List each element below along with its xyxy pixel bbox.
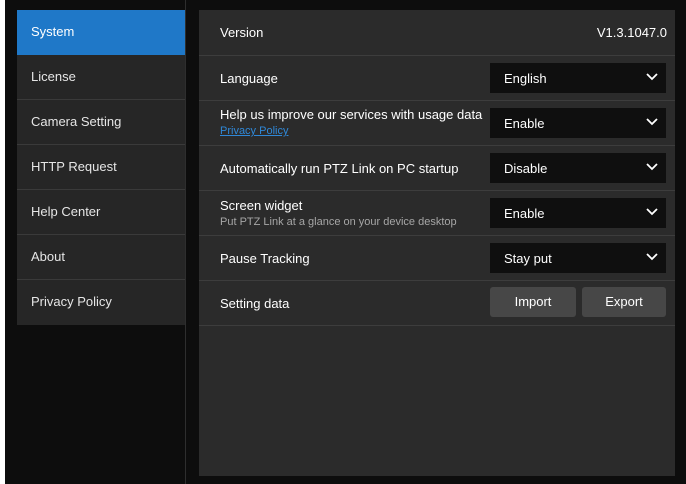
autorun-selected-value: Disable (504, 161, 548, 176)
settings-sidebar: System License Camera Setting HTTP Reque… (17, 10, 185, 325)
usage-data-label: Help us improve our services with usage … (220, 107, 483, 122)
screen-widget-description: Put PTZ Link at a glance on your device … (220, 216, 457, 228)
autorun-select[interactable]: Disable (490, 153, 666, 183)
sidebar-item-label: About (31, 249, 65, 264)
sidebar-item-label: Camera Setting (31, 114, 122, 129)
sidebar-item-about[interactable]: About (17, 235, 185, 280)
sidebar-item-label: Privacy Policy (31, 294, 112, 309)
chevron-down-icon (646, 163, 658, 171)
sidebar-item-label: System (31, 24, 75, 39)
sidebar-divider (185, 0, 186, 484)
pause-tracking-select[interactable]: Stay put (490, 243, 666, 273)
sidebar-item-label: Help Center (31, 204, 101, 219)
sidebar-item-privacy-policy[interactable]: Privacy Policy (17, 280, 185, 324)
usage-data-row: Help us improve our services with usage … (199, 100, 675, 146)
version-row: Version V1.3.1047.0 (199, 10, 675, 56)
sidebar-item-help-center[interactable]: Help Center (17, 190, 185, 235)
sidebar-item-http-request[interactable]: HTTP Request (17, 145, 185, 190)
setting-data-label: Setting data (220, 296, 290, 311)
version-value: V1.3.1047.0 (596, 25, 667, 40)
pause-tracking-label: Pause Tracking (220, 251, 310, 266)
sidebar-item-system[interactable]: System (17, 10, 185, 55)
sidebar-item-label: License (31, 69, 76, 84)
pause-tracking-row: Pause Tracking Stay put (199, 235, 675, 281)
chevron-down-icon (646, 73, 658, 81)
privacy-policy-link[interactable]: Privacy Policy (220, 125, 288, 137)
sidebar-item-license[interactable]: License (17, 55, 185, 100)
version-label: Version (220, 25, 264, 40)
autorun-row: Automatically run PTZ Link on PC startup… (199, 145, 675, 191)
screen-widget-label: Screen widget (220, 198, 303, 213)
import-button[interactable]: Import (490, 287, 576, 317)
language-row: Language English (199, 55, 675, 101)
chevron-down-icon (646, 118, 658, 126)
screen-widget-select[interactable]: Enable (490, 198, 666, 228)
export-button[interactable]: Export (582, 287, 666, 317)
pause-tracking-selected-value: Stay put (504, 251, 552, 266)
language-selected-value: English (504, 71, 547, 86)
language-select[interactable]: English (490, 63, 666, 93)
usage-data-select[interactable]: Enable (490, 108, 666, 138)
chevron-down-icon (646, 253, 658, 261)
language-label: Language (220, 71, 278, 86)
screen-widget-selected-value: Enable (504, 206, 545, 221)
autorun-label: Automatically run PTZ Link on PC startup (220, 161, 459, 176)
setting-data-row: Setting data Import Export (199, 280, 675, 326)
usage-data-selected-value: Enable (504, 116, 545, 131)
sidebar-item-label: HTTP Request (31, 159, 117, 174)
screen-widget-row: Screen widget Put PTZ Link at a glance o… (199, 190, 675, 236)
chevron-down-icon (646, 208, 658, 216)
sidebar-item-camera-setting[interactable]: Camera Setting (17, 100, 185, 145)
system-settings-panel: Version V1.3.1047.0 Language English Hel… (199, 10, 675, 476)
